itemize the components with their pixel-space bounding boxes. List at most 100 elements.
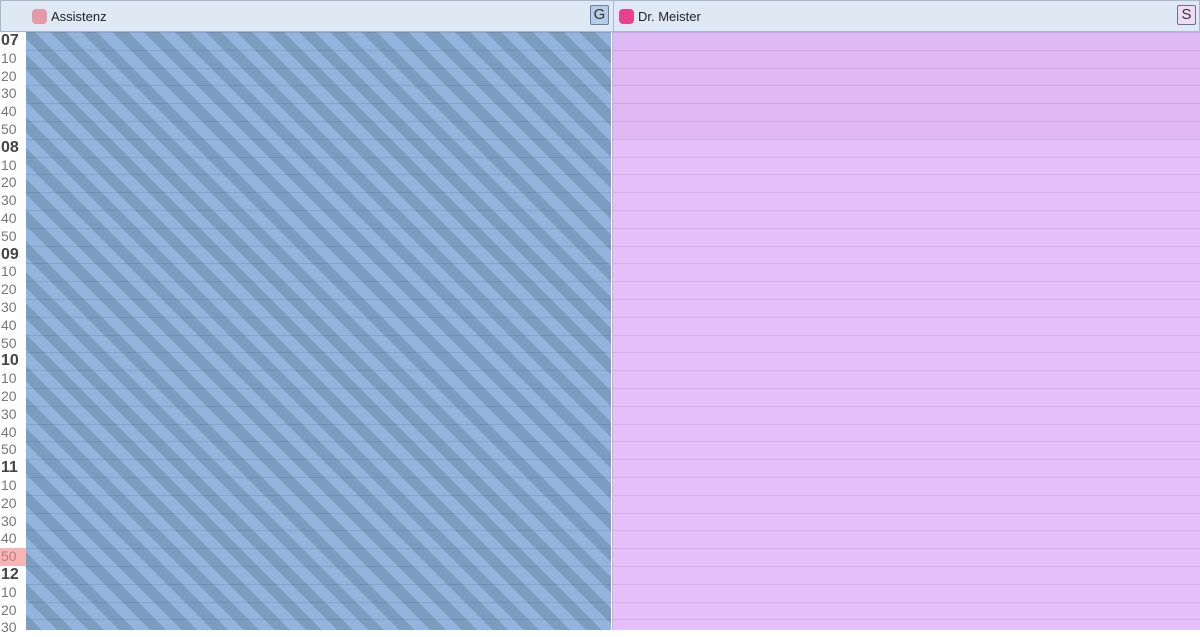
time-label-minute: 30 bbox=[1, 619, 17, 636]
slot-grid-line bbox=[26, 601, 611, 603]
slot-grid-line bbox=[613, 601, 1200, 603]
slot-grid-line bbox=[613, 583, 1200, 585]
slot-grid-line bbox=[613, 512, 1200, 514]
time-label-minute: 30 bbox=[1, 512, 17, 529]
slot-grid-line bbox=[613, 548, 1200, 550]
time-label-minute: 20 bbox=[1, 174, 17, 191]
slot-grid-line bbox=[613, 423, 1200, 425]
time-label-minute: 50 bbox=[1, 121, 17, 137]
slot-grid-line bbox=[26, 423, 611, 425]
slot-grid-line bbox=[613, 121, 1200, 122]
time-label-hour: 07 bbox=[1, 32, 19, 49]
assistenz-color-swatch bbox=[32, 8, 47, 24]
slot-grid-line bbox=[26, 530, 611, 532]
slot-grid-line bbox=[26, 192, 611, 194]
slot-grid-line bbox=[26, 370, 611, 372]
time-label-minute: 20 bbox=[1, 388, 17, 404]
slot-grid-line bbox=[26, 281, 611, 283]
slot-grid-line bbox=[26, 352, 611, 354]
slot-grid-line bbox=[613, 370, 1200, 372]
time-label-minute: 30 bbox=[1, 85, 17, 102]
time-label-hour: 12 bbox=[1, 566, 19, 583]
slot-grid-line bbox=[26, 156, 611, 158]
time-label-minute: 10 bbox=[1, 263, 17, 280]
slot-grid-line bbox=[613, 138, 1200, 140]
slot-grid-line bbox=[26, 494, 611, 496]
time-label-minute: 30 bbox=[1, 405, 17, 422]
slot-grid-line bbox=[613, 103, 1200, 105]
time-label-minute: 10 bbox=[1, 49, 17, 66]
slot-grid-line bbox=[26, 227, 611, 229]
slot-grid-line bbox=[26, 477, 611, 478]
slot-grid-line bbox=[613, 477, 1200, 478]
slot-grid-line bbox=[26, 174, 611, 176]
schedule-column-assistenz[interactable] bbox=[26, 32, 611, 630]
slot-grid-line bbox=[613, 281, 1200, 283]
column-title-assistenz: Assistenz bbox=[51, 8, 107, 24]
slot-grid-line bbox=[26, 299, 611, 300]
dr-meister-color-swatch bbox=[619, 8, 634, 24]
time-label-minute: 50 bbox=[0, 548, 26, 566]
slot-grid-line bbox=[26, 49, 611, 51]
column-title-dr-meister: Dr. Meister bbox=[638, 8, 701, 24]
slot-grid-line bbox=[26, 441, 611, 443]
slot-grid-line bbox=[613, 405, 1200, 407]
slot-grid-line bbox=[613, 388, 1200, 389]
slot-grid-line bbox=[613, 459, 1200, 461]
slot-grid-line bbox=[26, 388, 611, 389]
time-label-minute: 10 bbox=[1, 583, 17, 600]
time-label-minute: 20 bbox=[1, 281, 17, 298]
column-s-button[interactable]: S bbox=[1177, 5, 1196, 25]
slot-grid-line bbox=[613, 566, 1200, 567]
slot-grid-line bbox=[613, 67, 1200, 69]
column-header-assistenz[interactable]: Assistenz G bbox=[27, 1, 611, 31]
slot-grid-line bbox=[613, 192, 1200, 194]
time-label-hour: 10 bbox=[1, 352, 19, 370]
time-label-minute: 20 bbox=[1, 67, 17, 84]
calendar-header: Assistenz G Dr. Meister S bbox=[0, 0, 1200, 32]
slot-grid-line bbox=[613, 316, 1200, 318]
time-label-minute: 40 bbox=[1, 530, 17, 547]
time-label-minute: 40 bbox=[1, 210, 17, 226]
slot-grid-line bbox=[613, 494, 1200, 496]
slot-grid-line bbox=[613, 263, 1200, 265]
slot-grid-line bbox=[26, 210, 611, 211]
time-label-minute: 10 bbox=[1, 156, 17, 173]
slot-grid-line bbox=[26, 103, 611, 105]
slot-grid-line bbox=[26, 316, 611, 318]
column-header-dr-meister[interactable]: Dr. Meister S bbox=[613, 1, 1200, 31]
slot-grid-line bbox=[26, 138, 611, 140]
slot-grid-line bbox=[613, 174, 1200, 176]
time-label-minute: 40 bbox=[1, 423, 17, 440]
slot-grid-line bbox=[26, 263, 611, 265]
time-label-hour: 08 bbox=[1, 138, 19, 156]
slot-grid-line bbox=[613, 530, 1200, 532]
time-label-minute: 30 bbox=[1, 299, 17, 315]
slot-grid-line bbox=[26, 583, 611, 585]
slot-grid-line bbox=[613, 85, 1200, 87]
time-label-minute: 50 bbox=[1, 334, 17, 351]
slot-grid-line bbox=[26, 85, 611, 87]
slot-grid-line bbox=[26, 566, 611, 567]
slot-grid-line bbox=[613, 227, 1200, 229]
time-label-minute: 10 bbox=[1, 370, 17, 387]
slot-grid-line bbox=[26, 405, 611, 407]
time-label-minute: 50 bbox=[1, 441, 17, 458]
slot-grid-line bbox=[26, 32, 611, 33]
time-label-minute: 20 bbox=[1, 601, 17, 618]
slot-grid-line bbox=[26, 121, 611, 122]
time-label-minute: 40 bbox=[1, 103, 17, 120]
slot-grid-line bbox=[26, 548, 611, 550]
slot-grid-line bbox=[26, 245, 611, 247]
slot-grid-line bbox=[613, 32, 1200, 33]
slot-grid-line bbox=[26, 459, 611, 461]
slot-grid-line bbox=[613, 49, 1200, 51]
schedule-column-dr-meister[interactable] bbox=[612, 32, 1200, 630]
time-gutter: 07 10 20 30 40 50 08 10 20 30 40 50 09 10 20 30 40 50 10 10… bbox=[0, 32, 26, 635]
slot-grid-line bbox=[613, 441, 1200, 443]
slot-grid-line bbox=[613, 156, 1200, 158]
slot-grid-line bbox=[26, 619, 611, 621]
slot-grid-line bbox=[613, 299, 1200, 300]
slot-grid-line bbox=[26, 334, 611, 336]
column-g-button[interactable]: G bbox=[590, 5, 609, 25]
